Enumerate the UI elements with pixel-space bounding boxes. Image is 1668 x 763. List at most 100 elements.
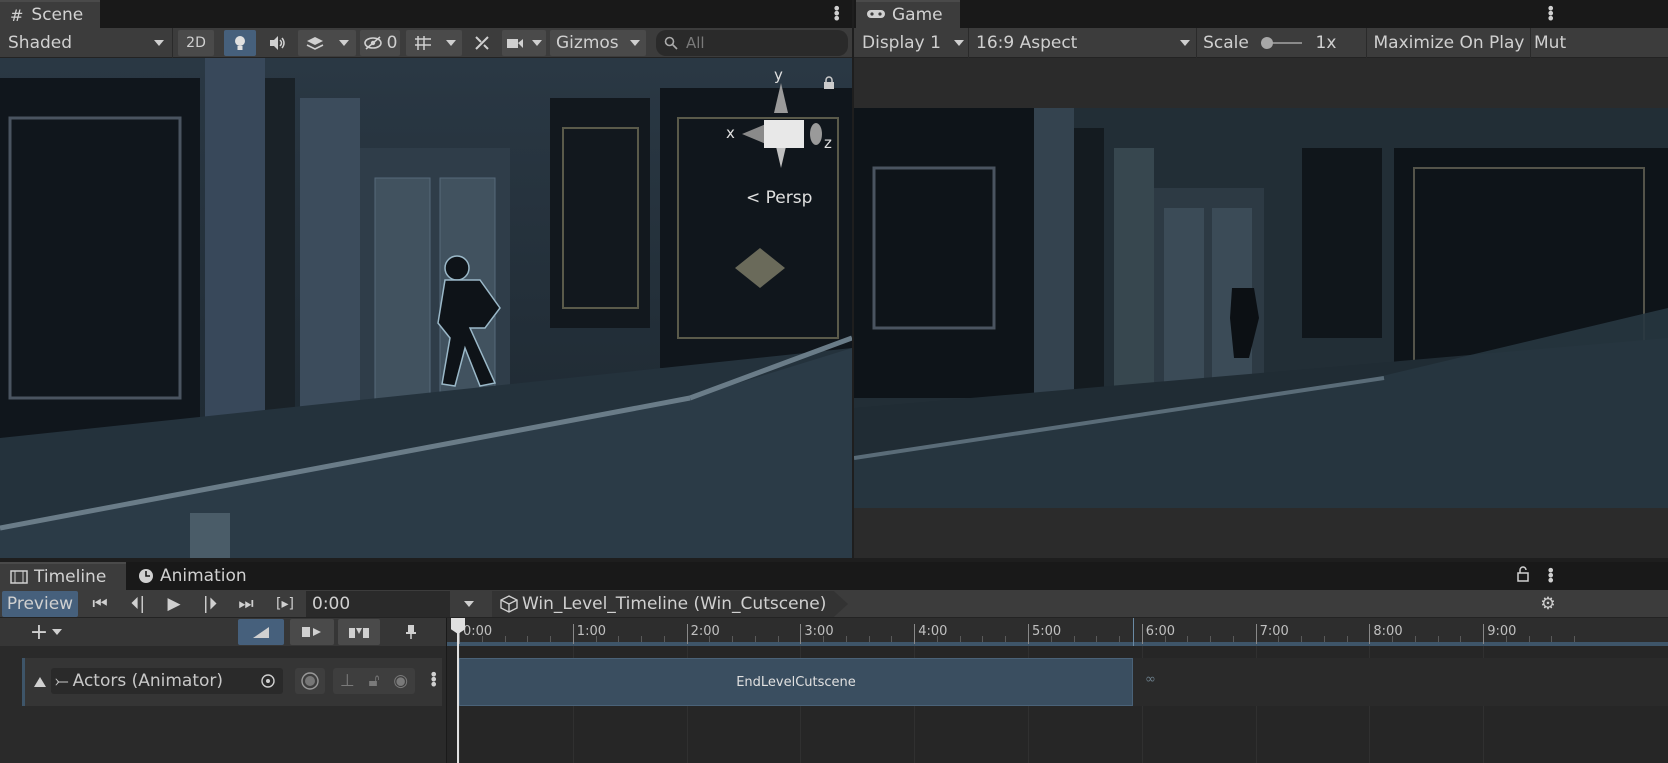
play-button[interactable]: ▶ xyxy=(160,591,188,617)
animation-clip[interactable]: EndLevelCutscene xyxy=(459,658,1133,706)
ripple-mode-button[interactable] xyxy=(290,619,334,645)
chevron-down-icon xyxy=(52,629,63,635)
timeline-breadcrumb[interactable]: Win_Level_Timeline (Win_Cutscene) xyxy=(492,591,848,617)
record-button[interactable] xyxy=(295,668,325,694)
track-more-icon[interactable]: • • • xyxy=(429,667,438,693)
tab-game-label: Game xyxy=(892,5,943,25)
track-list: ⤚ Actors (Animator) ⊥ 🔓︎ ◉ • • • xyxy=(0,646,446,763)
timeline-more-icon[interactable]: ••• xyxy=(1546,563,1555,589)
object-picker-icon[interactable] xyxy=(261,674,275,688)
tab-timeline[interactable]: Timeline xyxy=(0,562,126,590)
scale-slider[interactable] xyxy=(1258,30,1304,56)
ruler-minor-tick xyxy=(1073,636,1075,642)
prev-frame-button[interactable]: ⏴| xyxy=(124,591,152,617)
mute-audio-toggle[interactable]: Mut xyxy=(1534,30,1568,56)
hidden-count: 0 xyxy=(386,33,398,53)
tab-timeline-label: Timeline xyxy=(34,567,107,587)
lock-icon[interactable]: 🔓︎ xyxy=(368,671,379,691)
ruler-minor-tick xyxy=(823,636,825,642)
lock-icon[interactable] xyxy=(1516,566,1530,582)
gear-icon: ⚙ xyxy=(1540,594,1556,614)
lock-icon[interactable] xyxy=(822,76,836,90)
audio-toggle[interactable] xyxy=(262,30,292,56)
next-frame-button[interactable]: |⏵ xyxy=(196,591,224,617)
scene-visibility-toggle[interactable]: 0 xyxy=(360,30,400,56)
ruler-minor-tick xyxy=(732,636,734,642)
jump-end-button[interactable]: ⏭ xyxy=(232,591,260,617)
search-placeholder: All xyxy=(686,34,705,52)
tools-toggle[interactable] xyxy=(466,30,498,56)
ruler-tick: 2:00 xyxy=(686,624,720,644)
ruler-minor-tick xyxy=(1323,636,1325,642)
timeline-settings-button[interactable]: ⚙ xyxy=(1534,591,1562,617)
add-track-button[interactable]: + xyxy=(24,619,68,645)
ruler-minor-tick xyxy=(1164,636,1166,642)
cube-icon xyxy=(500,595,518,613)
timeline-toolbar: Preview ⏮ ⏴| ▶ |⏵ ⏭ [▸] 0:00 Win_Level_T… xyxy=(0,590,1668,618)
grid-snap-icon xyxy=(414,36,431,50)
tab-animation[interactable]: Animation xyxy=(138,566,247,586)
aspect-dropdown[interactable]: 16:9 Aspect xyxy=(972,30,1194,56)
preview-toggle[interactable]: Preview xyxy=(2,591,78,617)
play-icon: ▶ xyxy=(167,594,181,614)
replace-mode-button[interactable] xyxy=(338,619,380,645)
ruler-minor-tick xyxy=(1301,636,1303,642)
track-clips-area: EndLevelCutscene ∞ xyxy=(446,646,1668,763)
chevron-down-icon xyxy=(339,40,349,46)
projection-label: Persp xyxy=(765,188,813,208)
gizmos-label: Gizmos xyxy=(556,33,619,53)
ruler-minor-tick xyxy=(504,636,506,642)
gizmos-dropdown[interactable]: Gizmos xyxy=(550,30,646,56)
ruler-minor-tick xyxy=(1050,636,1052,642)
shading-mode-value: Shaded xyxy=(8,33,73,53)
ruler-tick: 1:00 xyxy=(572,624,606,644)
pin-icon[interactable]: ⊥ xyxy=(340,671,355,691)
effects-dropdown[interactable] xyxy=(298,30,356,56)
pin-button[interactable] xyxy=(396,619,426,645)
ruler-minor-tick xyxy=(754,636,756,642)
ruler-tick: 3:00 xyxy=(800,624,834,644)
gizmo-z-label: z xyxy=(824,134,832,152)
timeline-tabstrip xyxy=(0,562,1668,590)
ruler-minor-tick xyxy=(982,636,984,642)
scene-search-input[interactable]: All xyxy=(656,30,848,56)
time-ruler[interactable]: 0:00 1:00 2:00 3:00 4:00 5:00 6:00 7:00 8:00 9:00 xyxy=(446,618,1668,646)
eye-icon[interactable]: ◉ xyxy=(393,671,408,691)
tab-game[interactable]: Game xyxy=(856,0,960,28)
ruler-minor-tick xyxy=(868,636,870,642)
lighting-toggle[interactable] xyxy=(224,30,256,56)
chevron-down-icon xyxy=(445,40,456,46)
camera-dropdown[interactable] xyxy=(502,30,546,56)
game-more-icon[interactable]: ••• xyxy=(1546,1,1555,27)
scene-viewport[interactable]: x y z < Persp xyxy=(0,58,852,558)
ruler-tick: 6:00 xyxy=(1141,624,1175,644)
chevron-down-icon xyxy=(1180,40,1190,46)
ruler-minor-tick xyxy=(845,636,847,642)
play-range-icon: [▸] xyxy=(276,596,294,612)
layers-icon xyxy=(306,37,324,50)
game-viewport[interactable] xyxy=(854,58,1668,558)
maximize-on-play-toggle[interactable]: Maximize On Play xyxy=(1372,30,1526,56)
ruler-tick: 5:00 xyxy=(1028,624,1061,644)
time-format-dropdown[interactable] xyxy=(456,591,482,617)
ruler-minor-tick xyxy=(481,636,483,642)
projection-toggle[interactable]: < Persp xyxy=(746,188,812,208)
scene-more-icon[interactable]: ••• xyxy=(832,1,841,27)
animator-binding-field[interactable]: ⤚ Actors (Animator) xyxy=(51,668,283,694)
timeline-asset-name: Win_Level_Timeline (Win_Cutscene) xyxy=(522,594,827,614)
search-icon xyxy=(664,36,678,50)
track-header[interactable]: ⤚ Actors (Animator) ⊥ 🔓︎ ◉ • • • xyxy=(22,658,442,706)
record-icon xyxy=(301,672,319,690)
shading-mode-dropdown[interactable]: Shaded xyxy=(4,30,168,56)
replace-icon xyxy=(349,628,369,638)
grid-snap-dropdown[interactable] xyxy=(406,30,462,56)
jump-start-button[interactable]: ⏮ xyxy=(86,591,114,617)
skip-end-icon: ⏭ xyxy=(238,594,254,614)
mode-2d-toggle[interactable]: 2D xyxy=(178,30,214,56)
clip-edit-mode-button[interactable] xyxy=(238,619,284,645)
display-dropdown[interactable]: Display 1 xyxy=(858,30,968,56)
ruler-minor-tick xyxy=(1005,636,1007,642)
current-time-field[interactable]: 0:00 xyxy=(306,591,450,617)
tab-scene[interactable]: # Scene xyxy=(0,0,100,28)
play-range-toggle[interactable]: [▸] xyxy=(270,591,300,617)
